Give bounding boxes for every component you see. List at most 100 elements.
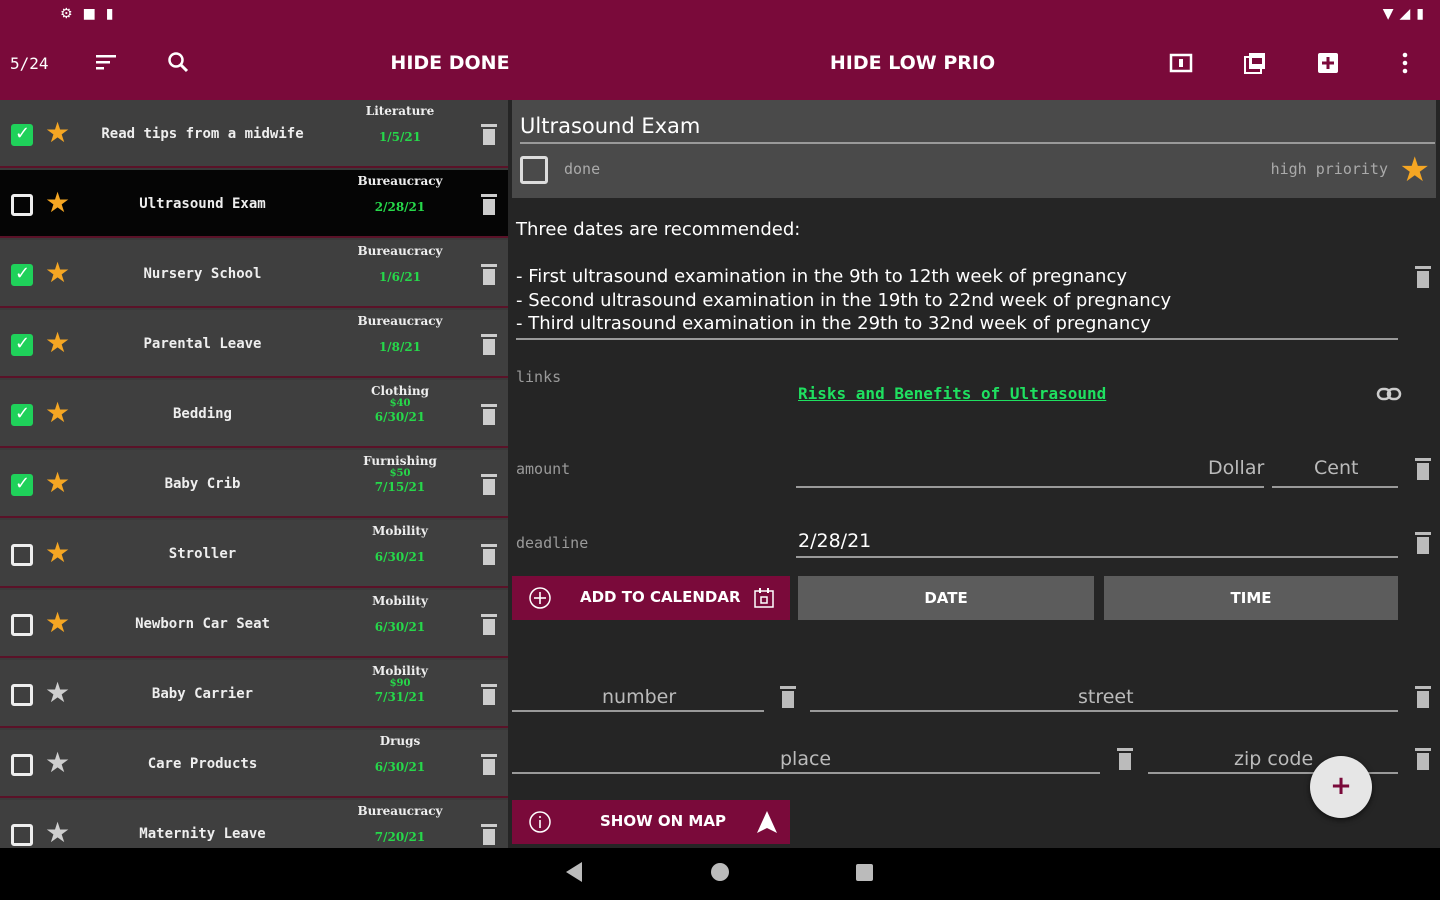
star-filled-icon[interactable]: ★	[45, 608, 70, 638]
task-list-item[interactable]: ★ Care Products Drugs 6/30/21	[0, 730, 508, 798]
street-input[interactable]: street	[1078, 686, 1134, 708]
add-item-icon[interactable]	[1315, 50, 1341, 76]
task-done-checkbox[interactable]	[11, 754, 33, 776]
delete-task-icon[interactable]	[480, 542, 498, 566]
ultrasound-link[interactable]: Risks and Benefits of Ultrasound	[798, 384, 1106, 403]
star-filled-icon[interactable]: ★	[45, 538, 70, 568]
add-fab-button[interactable]: +	[1310, 756, 1372, 818]
split-view-icon[interactable]	[1168, 50, 1194, 76]
delete-amount-icon[interactable]	[1414, 456, 1432, 482]
sort-icon[interactable]	[94, 52, 118, 72]
delete-task-icon[interactable]	[480, 332, 498, 356]
task-title: Read tips from a midwife	[101, 126, 304, 142]
task-list-item[interactable]: ★ Ultrasound Exam Bureaucracy 2/28/21	[0, 170, 508, 238]
star-outline-icon[interactable]: ★	[45, 818, 70, 848]
task-done-checkbox[interactable]	[11, 473, 33, 496]
delete-task-icon[interactable]	[480, 402, 498, 426]
hide-done-button[interactable]: HIDE DONE	[370, 52, 530, 74]
settings-status-icon: ⚙	[60, 6, 73, 22]
pdf-export-icon[interactable]	[1242, 50, 1268, 76]
task-date: 7/15/21	[374, 480, 426, 494]
back-icon[interactable]	[566, 862, 582, 882]
task-list-item[interactable]: ★ Read tips from a midwife Literature 1/5/2…	[0, 100, 508, 168]
star-outline-icon[interactable]: ★	[45, 678, 70, 708]
delete-task-icon[interactable]	[480, 262, 498, 286]
delete-description-icon[interactable]	[1414, 264, 1432, 290]
task-title-field[interactable]: Ultrasound Exam	[520, 114, 700, 138]
delete-zip-code-icon[interactable]	[1414, 746, 1432, 772]
recent-apps-icon[interactable]	[856, 864, 873, 881]
star-outline-icon[interactable]: ★	[45, 748, 70, 778]
star-filled-icon[interactable]: ★	[45, 258, 70, 288]
main-content: ★ Read tips from a midwife Literature 1/5/2…	[0, 100, 1440, 848]
zip-code-input[interactable]: zip code	[1234, 748, 1313, 770]
done-checkbox[interactable]	[520, 156, 548, 184]
task-done-checkbox[interactable]	[11, 194, 33, 216]
show-on-map-button[interactable]: SHOW ON MAP	[512, 800, 790, 844]
delete-number-icon[interactable]	[779, 684, 797, 710]
task-detail: Ultrasound Exam done high priority ★ Thr…	[508, 100, 1440, 848]
task-list-item[interactable]: ★ Baby Crib Furnishing$507/15/21	[0, 450, 508, 518]
more-options-icon[interactable]	[1392, 50, 1418, 76]
task-list-item[interactable]: ★ Newborn Car Seat Mobility 6/30/21	[0, 590, 508, 658]
cent-input[interactable]: Cent	[1314, 457, 1358, 479]
add-to-calendar-button[interactable]: ADD TO CALENDAR	[512, 576, 790, 620]
description-line: - First ultrasound examination in the 9t…	[516, 266, 1128, 287]
task-done-checkbox[interactable]	[11, 824, 33, 846]
star-filled-icon[interactable]: ★	[45, 398, 70, 428]
task-list-item[interactable]: ★ Maternity Leave Bureaucracy 7/20/21	[0, 800, 508, 848]
delete-task-icon[interactable]	[480, 752, 498, 776]
task-list-item[interactable]: ★ Parental Leave Bureaucracy 1/8/21	[0, 310, 508, 378]
task-list-item[interactable]: ★ Nursery School Bureaucracy 1/6/21	[0, 240, 508, 308]
task-meta: Mobility 6/30/21	[330, 594, 470, 634]
done-counter: 5/24	[10, 54, 49, 73]
task-done-checkbox[interactable]	[11, 263, 33, 286]
number-input[interactable]: number	[602, 686, 676, 708]
task-category: Clothing	[370, 384, 430, 398]
task-list-item[interactable]: ★ Bedding Clothing$406/30/21	[0, 380, 508, 448]
task-done-checkbox[interactable]	[11, 403, 33, 426]
star-filled-icon[interactable]: ★	[45, 468, 70, 498]
task-done-checkbox[interactable]	[11, 333, 33, 356]
task-title: Maternity Leave	[139, 826, 266, 842]
delete-task-icon[interactable]	[480, 682, 498, 706]
task-date: 1/8/21	[378, 340, 422, 354]
delete-task-icon[interactable]	[480, 822, 498, 846]
star-filled-icon[interactable]: ★	[45, 328, 70, 358]
calendar-icon	[754, 588, 774, 608]
hide-low-prio-button[interactable]: HIDE LOW PRIO	[820, 52, 1005, 74]
delete-task-icon[interactable]	[480, 192, 498, 216]
delete-task-icon[interactable]	[480, 472, 498, 496]
description-line	[516, 242, 1396, 266]
title-underline	[520, 142, 1435, 144]
description-line: Three dates are recommended:	[516, 219, 801, 240]
place-input[interactable]: place	[780, 748, 831, 770]
task-done-checkbox[interactable]	[11, 614, 33, 636]
star-filled-icon[interactable]: ★	[45, 188, 70, 218]
task-category: Bureaucracy	[357, 314, 443, 328]
dollar-input[interactable]: Dollar	[1208, 457, 1264, 479]
home-icon[interactable]	[711, 863, 729, 881]
search-icon[interactable]	[166, 50, 190, 74]
time-button[interactable]: TIME	[1104, 576, 1398, 620]
task-list-item[interactable]: ★ Stroller Mobility 6/30/21	[0, 520, 508, 588]
task-done-checkbox[interactable]	[11, 684, 33, 706]
priority-star-icon[interactable]: ★	[1400, 150, 1430, 190]
task-list[interactable]: ★ Read tips from a midwife Literature 1/5/2…	[0, 100, 508, 848]
delete-deadline-icon[interactable]	[1414, 530, 1432, 556]
star-filled-icon[interactable]: ★	[45, 118, 70, 148]
dollar-underline	[796, 486, 1264, 488]
description-field[interactable]: Three dates are recommended: - First ult…	[516, 218, 1396, 336]
deadline-input[interactable]: 2/28/21	[798, 530, 871, 552]
delete-task-icon[interactable]	[480, 612, 498, 636]
delete-street-icon[interactable]	[1414, 684, 1432, 710]
date-button[interactable]: DATE	[798, 576, 1094, 620]
task-done-checkbox[interactable]	[11, 544, 33, 566]
task-done-checkbox[interactable]	[11, 123, 33, 146]
delete-task-icon[interactable]	[480, 122, 498, 146]
task-price: $40	[389, 398, 411, 409]
link-icon[interactable]	[1376, 386, 1402, 402]
street-underline	[810, 710, 1398, 712]
task-list-item[interactable]: ★ Baby Carrier Mobility $90 7/31/21	[0, 660, 508, 728]
delete-place-icon[interactable]	[1116, 746, 1134, 772]
